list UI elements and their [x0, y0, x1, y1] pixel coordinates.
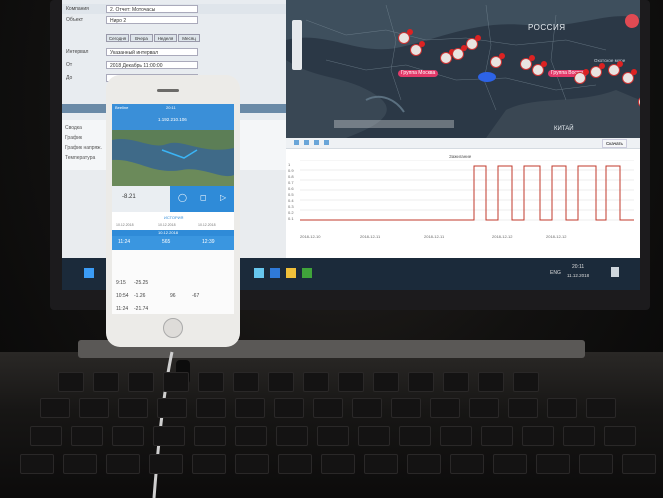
keyboard-key — [338, 372, 364, 392]
keyboard-key — [321, 454, 355, 474]
keyboard-key — [373, 372, 399, 392]
keyboard-key — [313, 398, 343, 418]
keyboard-key — [149, 454, 183, 474]
keyboard-key — [233, 372, 259, 392]
keyboard-key — [579, 454, 613, 474]
keyboard-key — [153, 426, 185, 446]
keyboard-key — [278, 454, 312, 474]
keyboard-key — [58, 372, 84, 392]
keyboard-key — [157, 398, 187, 418]
keyboard-key — [268, 372, 294, 392]
keyboard-key — [450, 454, 484, 474]
keyboard-key — [399, 426, 431, 446]
keyboard-key — [79, 398, 109, 418]
keyboard-key — [352, 398, 382, 418]
keyboard-key — [407, 454, 441, 474]
keyboard-key — [364, 454, 398, 474]
keyboard-key — [194, 426, 226, 446]
keyboard-key — [440, 426, 472, 446]
keyboard-key — [40, 398, 70, 418]
keyboard-key — [469, 398, 499, 418]
keyboard-key — [235, 454, 269, 474]
keyboard-key — [71, 426, 103, 446]
keyboard-key — [430, 398, 460, 418]
keyboard-key — [128, 372, 154, 392]
keyboard-key — [118, 398, 148, 418]
keyboard-key — [192, 454, 226, 474]
keyboard-key — [563, 426, 595, 446]
charging-cable — [152, 351, 174, 498]
keyboard-key — [358, 426, 390, 446]
keyboard-key — [235, 426, 267, 446]
keyboard-key — [63, 454, 97, 474]
keyboard-key — [536, 454, 570, 474]
keyboard-key — [196, 398, 226, 418]
keyboard-key — [112, 426, 144, 446]
keyboard-key — [198, 372, 224, 392]
keyboard-key — [235, 398, 265, 418]
keyboard-key — [604, 426, 636, 446]
keyboard-key — [274, 398, 304, 418]
keyboard-key — [547, 398, 577, 418]
keyboard-key — [478, 372, 504, 392]
keyboard-key — [493, 454, 527, 474]
keyboard-key — [276, 426, 308, 446]
keyboard-key — [586, 398, 616, 418]
keyboard-key — [508, 398, 538, 418]
keyboard-key — [303, 372, 329, 392]
keyboard-key — [522, 426, 554, 446]
keyboard-key — [513, 372, 539, 392]
keyboard-key — [163, 372, 189, 392]
keyboard-key — [106, 454, 140, 474]
keyboard-key — [317, 426, 349, 446]
keyboard-key — [408, 372, 434, 392]
keyboard-key — [30, 426, 62, 446]
keyboard-key — [481, 426, 513, 446]
keyboard-key — [93, 372, 119, 392]
keyboard-key — [443, 372, 469, 392]
photo-scene: Компания 2. Отчет: Моточасы Объект Ниро … — [0, 0, 663, 498]
keyboard-key — [622, 454, 656, 474]
keyboard-key — [391, 398, 421, 418]
keyboard-key — [20, 454, 54, 474]
